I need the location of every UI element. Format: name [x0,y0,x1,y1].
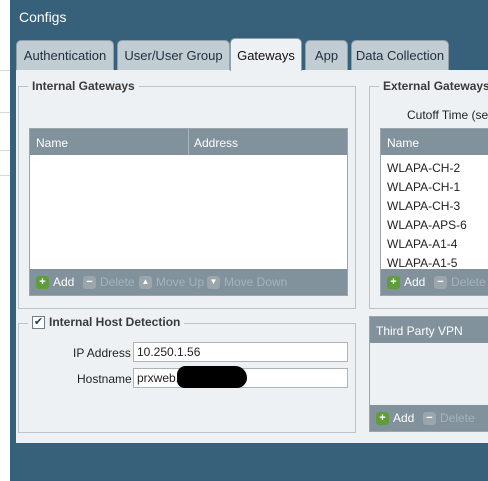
third-party-vpn-group: Third Party VPN + Add − Delete [369,316,488,432]
internal-gateways-group: Internal Gateways Name Address + Add − D… [18,79,356,309]
ip-address-field[interactable] [133,342,348,362]
external-gateways-group: External Gateways Cutoff Time (sec) Name… [369,79,488,309]
plus-icon: + [376,411,389,425]
dialog-title: Configs [19,9,67,25]
add-external-gateway-button[interactable]: + Add [387,275,425,289]
list-item[interactable]: WLAPA-A1-5 [387,256,457,270]
column-address[interactable]: Address [194,136,238,150]
internal-host-detection-group: ✔ Internal Host Detection IP Address Hos… [18,315,356,433]
move-down-button[interactable]: ▼ Move Down [207,275,287,289]
move-up-button[interactable]: ▲ Move Up [139,275,204,289]
gateways-panel: Internal Gateways Name Address + Add − D… [16,70,488,443]
list-item[interactable]: WLAPA-APS-6 [387,218,467,232]
delete-external-gateway-button[interactable]: − Delete [434,275,486,289]
minus-icon: − [434,275,447,289]
list-item[interactable]: WLAPA-A1-4 [387,237,457,251]
list-item[interactable]: WLAPA-CH-2 [387,161,460,175]
third-party-vpn-title: Third Party VPN [376,324,463,338]
internal-gateways-title: Internal Gateways [28,79,139,93]
minus-icon: − [83,275,96,289]
move-down-label: Move Down [224,275,288,289]
internal-gateways-grid: Name Address + Add − Delete ▲ Move Up ▼ … [29,128,348,296]
arrow-down-icon: ▼ [207,275,220,289]
grid-header: Name [381,129,488,155]
tab-user-user-group[interactable]: User/User Group [117,40,230,70]
external-gateways-title: External Gateways [379,79,488,93]
add-internal-gateway-button[interactable]: + Add [36,275,74,289]
grid-header: Name Address [30,129,347,155]
add-vpn-button[interactable]: + Add [376,411,414,425]
internal-host-detection-header: ✔ Internal Host Detection [28,315,185,329]
add-label: Add [53,275,75,289]
background-line [0,70,10,71]
tab-gateways[interactable]: Gateways [230,38,302,71]
list-item[interactable]: WLAPA-CH-1 [387,180,460,194]
column-name[interactable]: Name [387,136,419,150]
internal-gateways-toolbar: + Add − Delete ▲ Move Up ▼ Move Down [30,269,347,295]
background-line [0,112,10,113]
tab-authentication[interactable]: Authentication [16,40,114,70]
delete-label: Delete [440,411,475,425]
external-gateways-toolbar: + Add − Delete [381,269,488,295]
plus-icon: + [387,275,400,289]
plus-icon: + [36,275,49,289]
redaction-mark [177,366,247,388]
column-separator [188,129,189,155]
delete-label: Delete [451,275,486,289]
add-label: Add [393,411,415,425]
cutoff-time-label: Cutoff Time (sec) [407,108,488,122]
move-up-label: Move Up [156,275,205,289]
tab-data-collection[interactable]: Data Collection [351,40,449,70]
tab-app[interactable]: App [305,40,348,70]
third-party-vpn-toolbar: + Add − Delete [370,405,488,431]
delete-label: Delete [100,275,135,289]
hostname-label: Hostname [77,372,132,386]
external-gateways-grid: Name WLAPA-CH-2 WLAPA-CH-1 WLAPA-CH-3 WL… [380,128,488,296]
ip-address-label: IP Address [73,346,131,360]
arrow-up-icon: ▲ [139,275,152,289]
column-name[interactable]: Name [36,136,68,150]
internal-host-detection-checkbox[interactable]: ✔ [32,315,45,329]
configs-dialog: Configs Authentication User/User Group G… [10,0,488,481]
background-line [0,150,10,151]
third-party-vpn-header: Third Party VPN [370,317,488,343]
background-page [0,0,10,481]
internal-host-detection-title: Internal Host Detection [49,315,181,329]
delete-internal-gateway-button[interactable]: − Delete [83,275,135,289]
add-label: Add [404,275,426,289]
list-item[interactable]: WLAPA-CH-3 [387,199,460,213]
delete-vpn-button[interactable]: − Delete [423,411,475,425]
minus-icon: − [423,411,436,425]
background-line [0,175,10,176]
